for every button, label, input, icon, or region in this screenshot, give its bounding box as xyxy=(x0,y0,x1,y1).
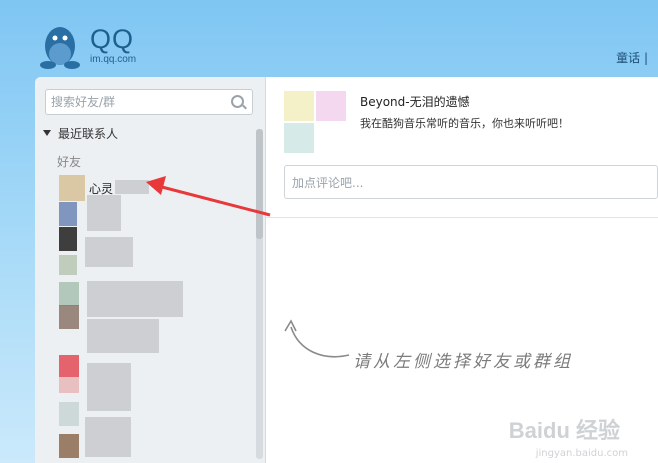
blurred-avatar xyxy=(59,255,77,275)
blurred-region xyxy=(87,281,183,317)
blurred-avatar xyxy=(59,402,79,426)
album-cover[interactable] xyxy=(284,91,346,153)
recent-contacts-toggle[interactable]: 最近联系人 xyxy=(43,125,118,142)
logo-text: QQ xyxy=(90,24,135,54)
qq-logo: QQ im.qq.com xyxy=(38,20,178,72)
blurred-avatar xyxy=(59,355,79,377)
blurred-region xyxy=(87,363,131,411)
main-panel: 搜索好友/群 最近联系人 好友 心灵 Beyond-无泪的遗憾 我在酷狗音乐常听… xyxy=(35,77,658,463)
comment-input[interactable]: 加点评论吧... xyxy=(284,165,658,199)
friends-group-label: 好友 xyxy=(57,155,82,169)
blurred-avatar xyxy=(59,282,79,306)
avatar xyxy=(59,175,85,201)
blurred-avatar xyxy=(59,202,77,226)
comment-placeholder: 加点评论吧... xyxy=(292,176,364,190)
song-title[interactable]: Beyond-无泪的遗憾 xyxy=(360,93,470,110)
contacts-sidebar: 搜索好友/群 最近联系人 好友 心灵 xyxy=(35,77,266,463)
search-input[interactable]: 搜索好友/群 xyxy=(45,89,253,115)
annotation-arrow-icon xyxy=(146,176,271,217)
blurred-avatar xyxy=(59,434,79,458)
blurred-region xyxy=(85,417,131,457)
recent-contacts-label: 最近联系人 xyxy=(58,127,119,141)
penguin-icon xyxy=(40,27,80,69)
logo-subtitle: im.qq.com xyxy=(90,54,137,65)
baidu-watermark: Baidu 经验 xyxy=(508,418,620,443)
blurred-region xyxy=(87,195,121,231)
blurred-avatar xyxy=(59,305,79,329)
curved-arrow-icon xyxy=(284,319,350,358)
triangle-down-icon xyxy=(43,130,51,136)
music-share-feed: Beyond-无泪的遗憾 我在酷狗音乐常听的音乐，你也来听听吧！ 加点评论吧..… xyxy=(266,77,658,218)
select-friend-hint: 请从左侧选择好友或群组 xyxy=(353,352,573,372)
share-description: 我在酷狗音乐常听的音乐，你也来听听吧！ xyxy=(360,117,569,130)
search-placeholder: 搜索好友/群 xyxy=(51,95,116,109)
top-right-link[interactable]: 童话 | xyxy=(616,49,648,66)
blurred-region xyxy=(87,319,159,353)
blurred-region xyxy=(85,237,133,267)
watermark-url: jingyan.baidu.com xyxy=(535,448,628,459)
blurred-avatar xyxy=(59,227,77,251)
search-icon[interactable] xyxy=(231,95,244,108)
blurred-avatar xyxy=(59,377,79,393)
